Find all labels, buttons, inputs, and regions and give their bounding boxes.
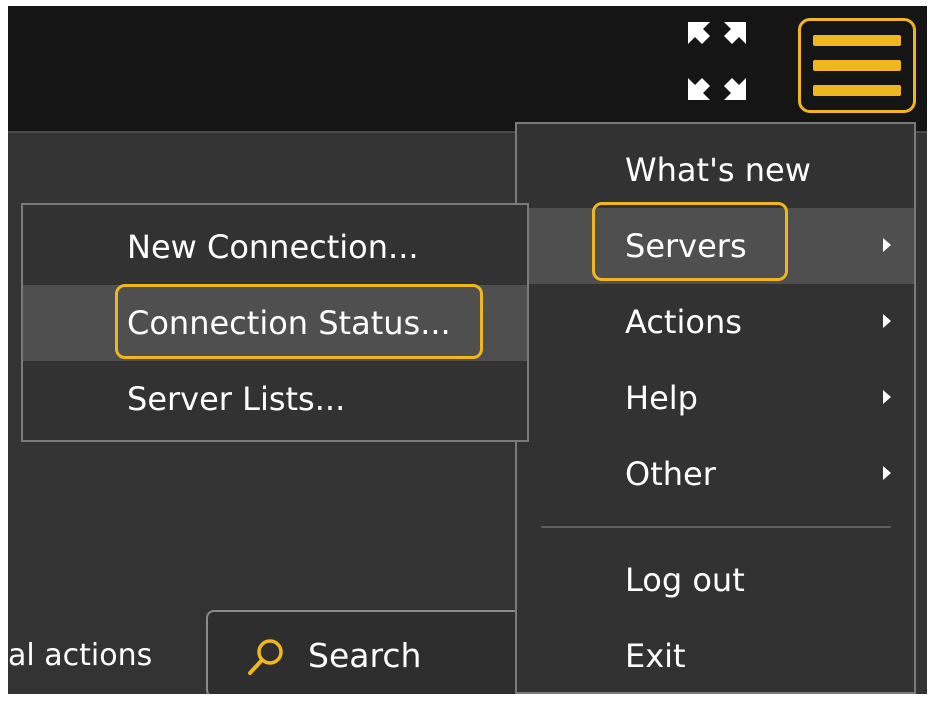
app-window: al actions Search What's new Servers Act… xyxy=(8,6,927,694)
hamburger-menu-button[interactable] xyxy=(798,18,916,113)
chevron-right-icon xyxy=(883,390,891,404)
menu-item-label: Exit xyxy=(625,637,686,675)
servers-submenu: New Connection... Connection Status... S… xyxy=(21,203,529,442)
chevron-right-icon xyxy=(883,466,891,480)
search-placeholder: Search xyxy=(308,636,422,675)
main-menu: What's new Servers Actions Help Other Lo… xyxy=(515,122,916,694)
menu-item-whats-new[interactable]: What's new xyxy=(517,132,914,208)
fullscreen-button[interactable] xyxy=(686,20,748,102)
top-bar xyxy=(8,6,927,133)
submenu-item-new-connection[interactable]: New Connection... xyxy=(23,209,527,285)
menu-item-other[interactable]: Other xyxy=(517,436,914,512)
menu-divider xyxy=(541,526,891,528)
expand-arrows-icon xyxy=(688,22,746,100)
menu-item-exit[interactable]: Exit xyxy=(517,618,914,694)
menu-item-label: Actions xyxy=(625,303,742,341)
menu-item-label: Other xyxy=(625,455,716,493)
highlight-connection-status xyxy=(115,284,483,359)
chevron-right-icon xyxy=(883,314,891,328)
menu-item-label: Log out xyxy=(625,561,745,599)
submenu-item-label: Server Lists... xyxy=(127,380,346,418)
actions-label[interactable]: al actions xyxy=(8,634,152,678)
menu-item-label: Help xyxy=(625,379,698,417)
menu-item-actions[interactable]: Actions xyxy=(517,284,914,360)
search-icon xyxy=(246,637,286,681)
submenu-item-label: New Connection... xyxy=(127,228,419,266)
menu-item-help[interactable]: Help xyxy=(517,360,914,436)
chevron-right-icon xyxy=(883,238,891,252)
menu-item-label: What's new xyxy=(625,151,811,189)
highlight-servers xyxy=(592,202,788,281)
menu-item-log-out[interactable]: Log out xyxy=(517,542,914,618)
submenu-item-server-lists[interactable]: Server Lists... xyxy=(23,361,527,437)
